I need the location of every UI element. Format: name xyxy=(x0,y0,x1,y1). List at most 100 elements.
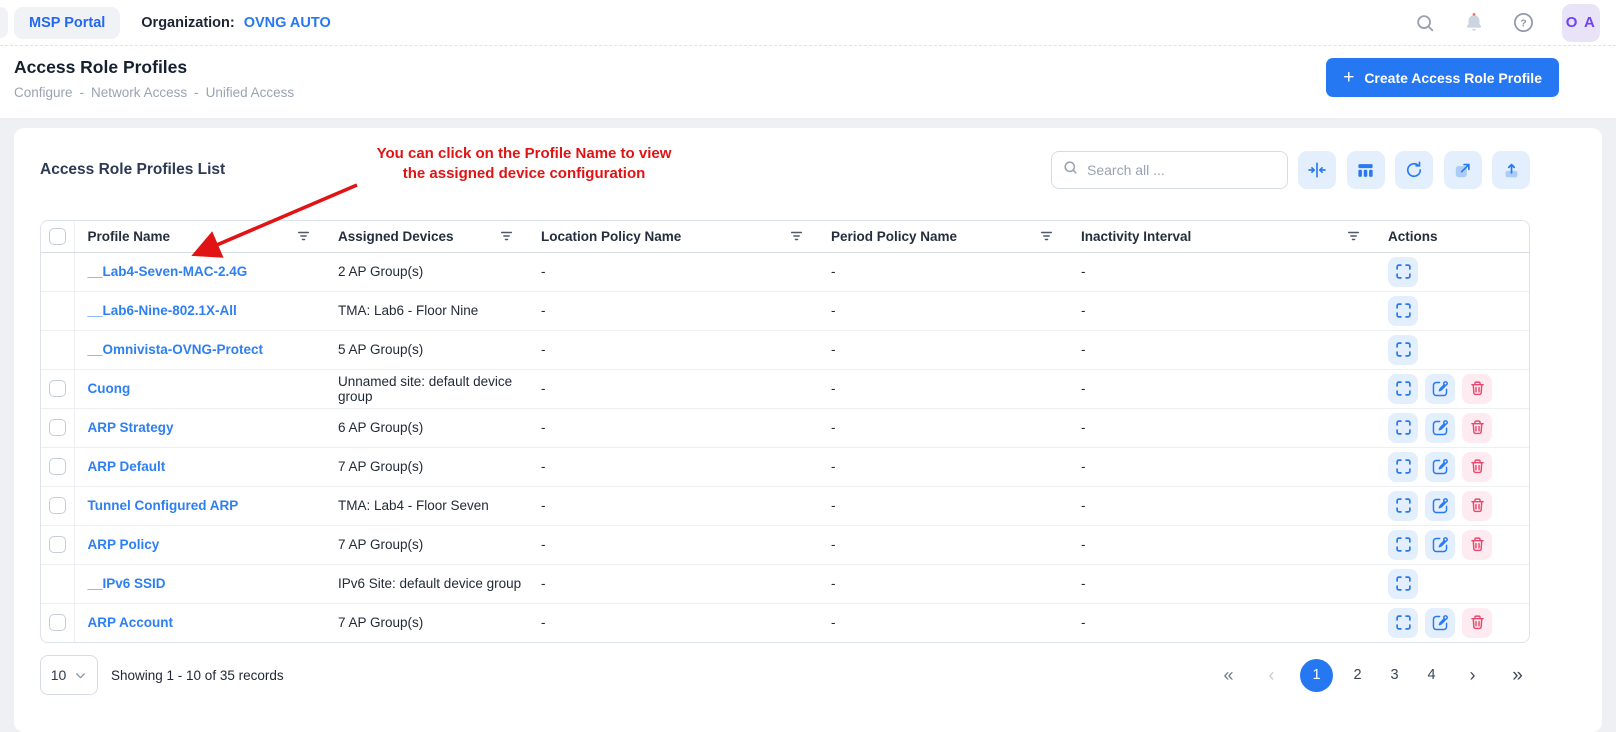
edit-icon xyxy=(1431,419,1449,437)
export-upload-button[interactable] xyxy=(1492,151,1530,189)
open-in-new-button[interactable] xyxy=(1444,151,1482,189)
inactivity-interval-cell: - xyxy=(1068,603,1375,642)
profile-name-link[interactable]: __Omnivista-OVNG-Protect xyxy=(88,342,264,357)
expand-row-button[interactable] xyxy=(1388,452,1418,482)
expand-row-button[interactable] xyxy=(1388,569,1418,599)
actions-cell xyxy=(1375,525,1529,564)
edit-row-button[interactable] xyxy=(1425,530,1455,560)
expand-row-button[interactable] xyxy=(1388,608,1418,638)
row-checkbox[interactable] xyxy=(49,614,66,631)
manage-columns-button[interactable] xyxy=(1347,151,1385,189)
delete-row-button[interactable] xyxy=(1462,413,1492,443)
organization-value-link[interactable]: OVNG AUTO xyxy=(244,15,331,31)
period-policy-cell: - xyxy=(818,564,1068,603)
filter-icon[interactable] xyxy=(499,229,514,243)
table-row: __Omnivista-OVNG-Protect5 AP Group(s)--- xyxy=(41,330,1529,369)
profile-name-link[interactable]: ARP Account xyxy=(88,615,174,630)
search-icon xyxy=(1062,159,1079,181)
profile-name-cell: ARP Policy xyxy=(74,525,325,564)
profile-name-cell: ARP Strategy xyxy=(74,408,325,447)
edit-icon xyxy=(1431,614,1449,632)
column-header-profile-name: Profile Name xyxy=(74,221,325,252)
svg-text:?: ? xyxy=(1520,17,1526,29)
column-label: Location Policy Name xyxy=(541,229,681,244)
profile-name-link[interactable]: Cuong xyxy=(88,381,131,396)
user-avatar[interactable]: O A xyxy=(1562,4,1600,42)
help-icon[interactable]: ? xyxy=(1512,11,1535,34)
profile-name-link[interactable]: ARP Default xyxy=(88,459,166,474)
row-checkbox-cell xyxy=(41,447,74,486)
page-number-button[interactable]: 1 xyxy=(1300,659,1333,692)
table-search-box[interactable] xyxy=(1051,151,1288,189)
collapse-columns-icon xyxy=(1307,160,1327,180)
row-checkbox[interactable] xyxy=(49,536,66,553)
delete-row-button[interactable] xyxy=(1462,374,1492,404)
collapse-columns-button[interactable] xyxy=(1298,151,1336,189)
page-number-button[interactable]: 3 xyxy=(1382,659,1407,692)
edit-row-button[interactable] xyxy=(1425,608,1455,638)
row-checkbox[interactable] xyxy=(49,419,66,436)
location-policy-cell: - xyxy=(528,369,818,408)
profiles-table: Profile NameAssigned DevicesLocation Pol… xyxy=(40,220,1530,643)
breadcrumb-item[interactable]: Configure xyxy=(14,85,73,100)
search-input[interactable] xyxy=(1087,162,1277,178)
expand-row-button[interactable] xyxy=(1388,257,1418,287)
next-page-button[interactable]: › xyxy=(1460,659,1485,692)
filter-icon[interactable] xyxy=(296,229,311,243)
expand-icon xyxy=(1395,419,1412,436)
profile-name-link[interactable]: __Lab6-Nine-802.1X-All xyxy=(88,303,237,318)
table-row: ARP Account7 AP Group(s)--- xyxy=(41,603,1529,642)
expand-row-button[interactable] xyxy=(1388,413,1418,443)
row-checkbox[interactable] xyxy=(49,497,66,514)
edit-row-button[interactable] xyxy=(1425,452,1455,482)
msp-portal-button[interactable]: MSP Portal xyxy=(14,7,120,39)
filter-icon[interactable] xyxy=(789,229,804,243)
row-checkbox-cell xyxy=(41,369,74,408)
delete-row-button[interactable] xyxy=(1462,530,1492,560)
last-page-button[interactable]: » xyxy=(1505,659,1530,692)
row-checkbox[interactable] xyxy=(49,458,66,475)
expand-icon xyxy=(1395,458,1412,475)
collapsed-sidebar-edge xyxy=(0,7,8,38)
page-number-button[interactable]: 4 xyxy=(1419,659,1444,692)
notifications-bell-icon[interactable] xyxy=(1463,12,1485,34)
page-number-button[interactable]: 2 xyxy=(1345,659,1370,692)
expand-row-button[interactable] xyxy=(1388,491,1418,521)
profile-name-link[interactable]: __IPv6 SSID xyxy=(88,576,166,591)
delete-icon xyxy=(1469,380,1486,397)
previous-page-button[interactable]: ‹ xyxy=(1259,659,1284,692)
search-icon[interactable] xyxy=(1414,12,1436,34)
delete-row-button[interactable] xyxy=(1462,452,1492,482)
row-checkbox-cell xyxy=(41,330,74,369)
expand-row-button[interactable] xyxy=(1388,335,1418,365)
create-access-role-profile-button[interactable]: + Create Access Role Profile xyxy=(1326,58,1559,97)
edit-row-button[interactable] xyxy=(1425,413,1455,443)
row-checkbox[interactable] xyxy=(49,380,66,397)
refresh-button[interactable] xyxy=(1395,151,1433,189)
breadcrumb-item[interactable]: Unified Access xyxy=(206,85,295,100)
expand-row-button[interactable] xyxy=(1388,296,1418,326)
filter-icon[interactable] xyxy=(1346,229,1361,243)
organization-label: Organization: xyxy=(141,15,234,31)
breadcrumb: Configure-Network Access-Unified Access xyxy=(14,85,294,100)
select-all-checkbox[interactable] xyxy=(49,228,66,245)
row-checkbox-cell xyxy=(41,408,74,447)
edit-row-button[interactable] xyxy=(1425,491,1455,521)
filter-icon[interactable] xyxy=(1039,229,1054,243)
delete-row-button[interactable] xyxy=(1462,608,1492,638)
expand-row-button[interactable] xyxy=(1388,374,1418,404)
expand-row-button[interactable] xyxy=(1388,530,1418,560)
edit-icon xyxy=(1431,536,1449,554)
profile-name-link[interactable]: ARP Policy xyxy=(88,537,160,552)
profile-name-link[interactable]: Tunnel Configured ARP xyxy=(88,498,239,513)
profile-name-link[interactable]: ARP Strategy xyxy=(88,420,174,435)
column-header-actions: Actions xyxy=(1375,221,1529,252)
page-size-select[interactable]: 10 xyxy=(40,655,98,695)
expand-icon xyxy=(1395,302,1412,319)
first-page-button[interactable]: « xyxy=(1216,659,1241,692)
profile-name-link[interactable]: __Lab4-Seven-MAC-2.4G xyxy=(88,264,248,279)
inactivity-interval-cell: - xyxy=(1068,486,1375,525)
delete-row-button[interactable] xyxy=(1462,491,1492,521)
breadcrumb-item[interactable]: Network Access xyxy=(91,85,187,100)
edit-row-button[interactable] xyxy=(1425,374,1455,404)
